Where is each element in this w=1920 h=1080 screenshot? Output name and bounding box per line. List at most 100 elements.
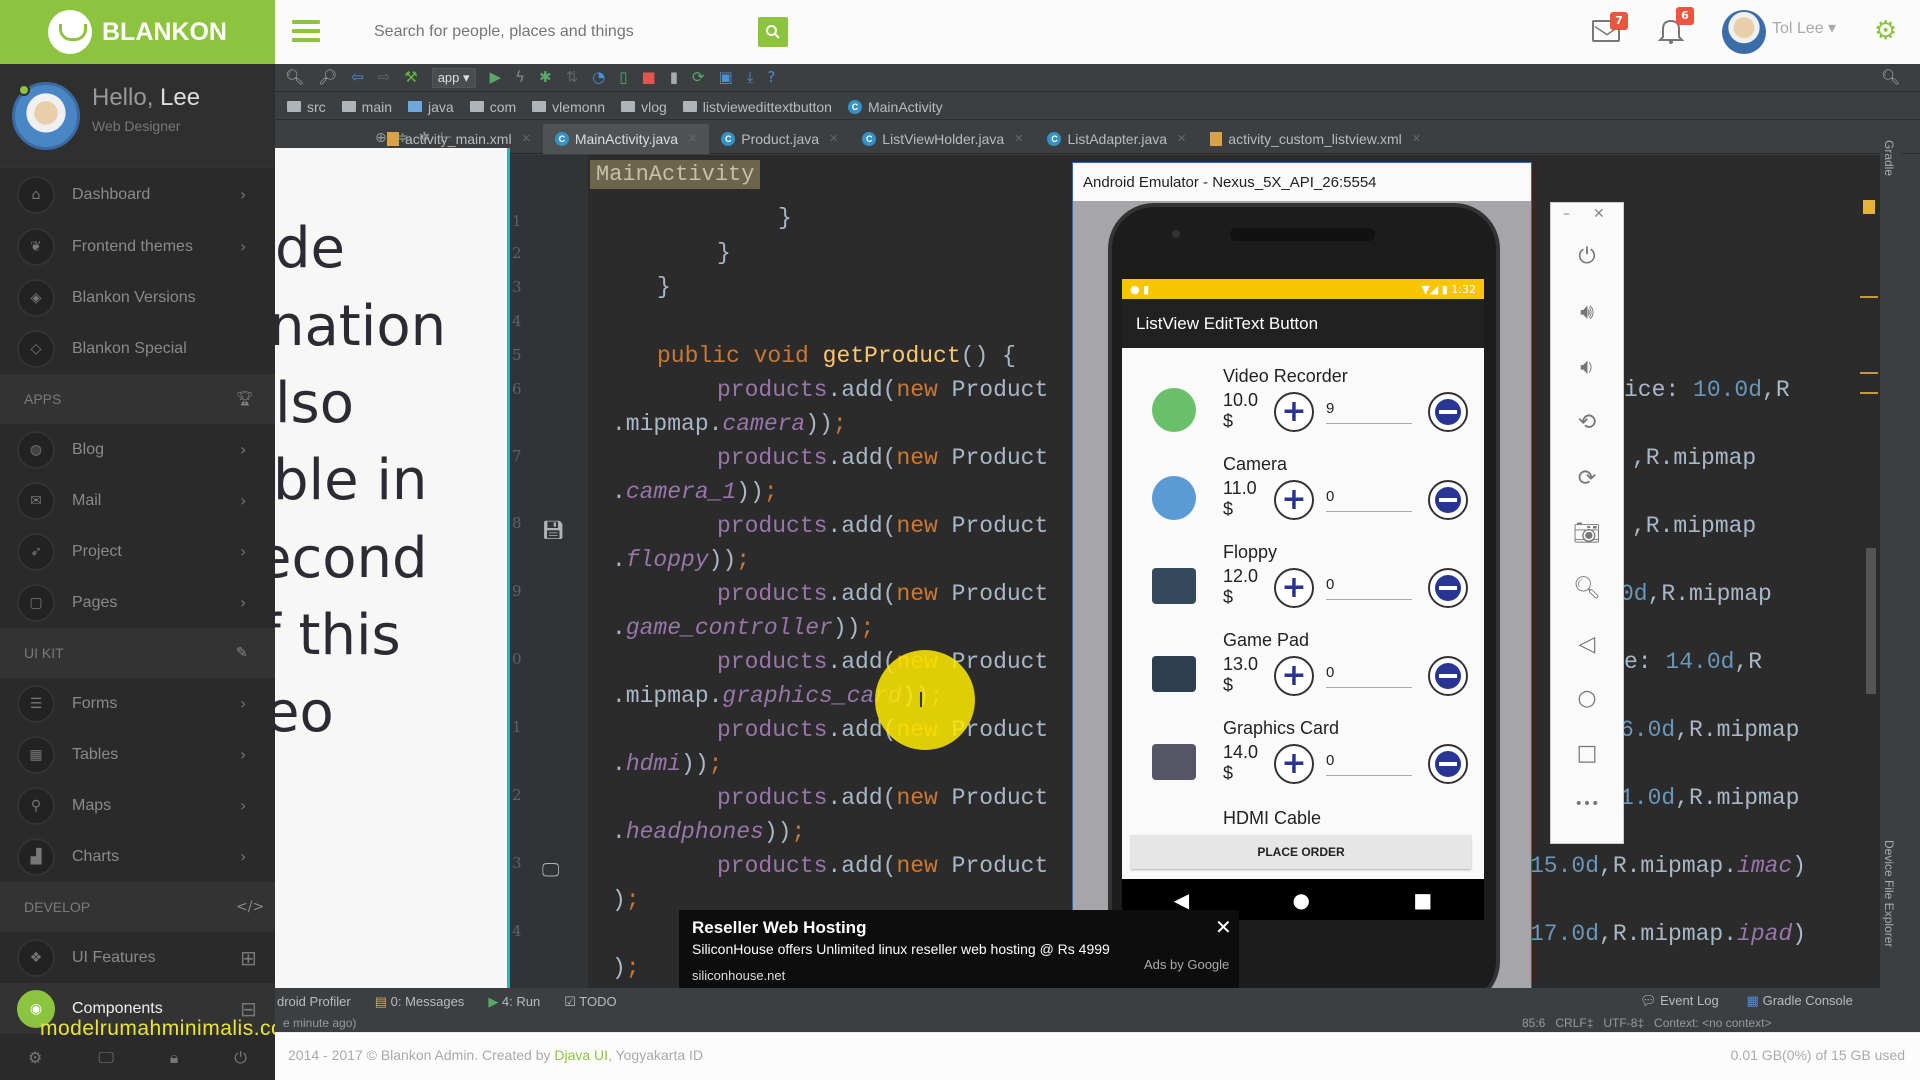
- bell-icon[interactable]: 6: [1657, 7, 1694, 45]
- tool-gradle-console[interactable]: ▦ Gradle Console: [1747, 993, 1853, 1009]
- monitor-icon[interactable]: 🖵: [98, 1048, 113, 1068]
- collapse-icon[interactable]: ≑: [397, 130, 409, 146]
- sidebar-item-project[interactable]: ➶ Project ›: [0, 526, 275, 577]
- increment-button[interactable]: +: [1274, 568, 1314, 608]
- increment-button[interactable]: +: [1274, 480, 1314, 520]
- close-tab-icon[interactable]: ✕: [1177, 132, 1186, 145]
- close-icon[interactable]: ✕: [1593, 206, 1605, 222]
- volume-down-icon[interactable]: 🔉︎: [1550, 355, 1624, 380]
- search-button[interactable]: [758, 17, 788, 47]
- tab-mainactivity-java[interactable]: C MainActivity.java ✕: [542, 123, 710, 154]
- settings-icon[interactable]: ⚙: [28, 1048, 42, 1067]
- back-icon[interactable]: ◁: [1550, 632, 1624, 657]
- user-menu[interactable]: Tol Lee ▾: [1772, 18, 1836, 38]
- author-link[interactable]: Djava UI: [554, 1047, 608, 1063]
- decrement-button[interactable]: [1428, 480, 1468, 520]
- editor-scrollbar[interactable]: [1866, 548, 1876, 694]
- rotate-left-icon[interactable]: ⟲: [1550, 410, 1624, 435]
- gradle-side-tab[interactable]: Gradle: [1882, 140, 1896, 176]
- sidebar-item-ui-features[interactable]: ❖ UI Features ⊞: [0, 932, 275, 983]
- breadcrumb-vlemonn[interactable]: vlemonn: [532, 99, 605, 115]
- search-everywhere-icon[interactable]: 🔍︎: [1881, 70, 1900, 85]
- quantity-input[interactable]: [1326, 394, 1412, 424]
- ad-close-icon[interactable]: ✕: [1215, 915, 1232, 939]
- device-icon[interactable]: ▯: [619, 70, 627, 85]
- run-icon[interactable]: ▶: [490, 70, 502, 85]
- sidebar-item-dashboard[interactable]: ⌂ Dashboard ›: [0, 169, 275, 220]
- decrement-button[interactable]: [1428, 392, 1468, 432]
- overview-icon[interactable]: □: [1550, 741, 1624, 766]
- sidebar-item-tables[interactable]: ▦ Tables ›: [0, 729, 275, 780]
- sync-icon[interactable]: ▮: [670, 70, 678, 85]
- error-stripe-mark[interactable]: [1860, 372, 1878, 374]
- ad-title[interactable]: Reseller Web Hosting: [692, 918, 866, 938]
- tab-activity-custom-listview-xml[interactable]: activity_custom_listview.xml ✕: [1198, 124, 1433, 154]
- tab-listadapter-java[interactable]: C ListAdapter.java ✕: [1035, 124, 1198, 154]
- mail-icon[interactable]: 7: [1592, 12, 1628, 42]
- breadcrumb-mainactivity[interactable]: C MainActivity: [847, 99, 943, 115]
- zoom-icon[interactable]: 🔍︎: [1550, 576, 1624, 601]
- nav-back-icon[interactable]: ◀: [1174, 888, 1189, 912]
- sidebar-item-blankon-special[interactable]: ◇ Blankon Special: [0, 323, 275, 374]
- sidebar-item-blog[interactable]: ◍ Blog ›: [0, 424, 275, 475]
- breadcrumb-main[interactable]: main: [341, 99, 392, 115]
- screenshot-icon[interactable]: 📷︎: [1550, 521, 1624, 546]
- breadcrumb-java[interactable]: java: [408, 99, 454, 115]
- close-tab-icon[interactable]: ✕: [522, 132, 531, 145]
- device-file-explorer-tab[interactable]: Device File Explorer: [1882, 840, 1896, 947]
- debug-icon[interactable]: ✱: [539, 70, 552, 85]
- settings-gear-icon[interactable]: ⚙: [1874, 18, 1897, 44]
- sidebar-item-maps[interactable]: ⚲ Maps ›: [0, 780, 275, 831]
- increment-button[interactable]: +: [1274, 744, 1314, 784]
- quantity-input[interactable]: [1326, 570, 1412, 600]
- gradle-sync-icon[interactable]: ⟳: [692, 70, 705, 85]
- sidebar-item-forms[interactable]: ☰ Forms ›: [0, 678, 275, 729]
- expand-toggle-icon[interactable]: ⊞: [240, 946, 257, 970]
- tab-listviewholder-java[interactable]: C ListViewHolder.java ✕: [850, 124, 1035, 154]
- ad-url[interactable]: siliconhouse.net: [692, 968, 785, 983]
- decrement-button[interactable]: [1428, 568, 1468, 608]
- power-icon[interactable]: ⏻: [234, 1048, 247, 1068]
- tab-product-java[interactable]: C Product.java ✕: [709, 124, 850, 154]
- lock-icon[interactable]: 🔒︎: [170, 1048, 179, 1068]
- sdk-manager-icon[interactable]: ⤓: [747, 70, 754, 85]
- more-icon[interactable]: •••: [1550, 796, 1624, 812]
- apply-changes-icon[interactable]: ϟ: [515, 70, 525, 85]
- stop-icon[interactable]: ■: [642, 70, 656, 85]
- replace-icon[interactable]: 🔎︎: [318, 70, 337, 85]
- breadcrumb-vlog[interactable]: vlog: [621, 99, 667, 115]
- nav-recents-icon[interactable]: ■: [1413, 888, 1432, 912]
- menu-toggle-icon[interactable]: [292, 20, 320, 42]
- brand-logo[interactable]: BLANKON: [0, 0, 275, 64]
- tool-droid-profiler[interactable]: droid Profiler: [277, 994, 351, 1009]
- hide-icon[interactable]: ⊢: [440, 130, 452, 146]
- breadcrumb-src[interactable]: src: [287, 99, 326, 115]
- sidebar-item-pages[interactable]: ▢ Pages ›: [0, 577, 275, 628]
- breadcrumb-listviewedittextbutton[interactable]: listviewedittextbutton: [682, 99, 832, 115]
- place-order-button[interactable]: PLACE ORDER: [1131, 835, 1471, 869]
- error-stripe-mark[interactable]: [1860, 296, 1878, 298]
- decrement-button[interactable]: [1428, 656, 1468, 696]
- settings-icon[interactable]: ✲: [418, 130, 430, 146]
- target-icon[interactable]: ⊕: [375, 130, 387, 146]
- minimize-icon[interactable]: –: [1563, 206, 1570, 222]
- tool-4-run[interactable]: ▶ 4: Run: [488, 994, 540, 1010]
- power-icon[interactable]: ⏻: [1550, 244, 1624, 269]
- close-tab-icon[interactable]: ✕: [1014, 132, 1023, 145]
- home-icon[interactable]: ○: [1550, 686, 1624, 711]
- structure-breadcrumb[interactable]: MainActivity: [590, 160, 761, 189]
- close-tab-icon[interactable]: ✕: [829, 132, 838, 145]
- search-input[interactable]: [360, 14, 790, 50]
- warning-marker[interactable]: [1863, 200, 1875, 214]
- close-tab-icon[interactable]: ✕: [1412, 132, 1421, 145]
- avd-manager-icon[interactable]: ▣: [719, 70, 733, 85]
- decrement-button[interactable]: [1428, 744, 1468, 784]
- quantity-input[interactable]: [1326, 482, 1412, 512]
- sidebar-item-blankon-versions[interactable]: ◈ Blankon Versions: [0, 272, 275, 323]
- sidebar-item-mail[interactable]: ✉ Mail ›: [0, 475, 275, 526]
- increment-button[interactable]: +: [1274, 392, 1314, 432]
- user-avatar[interactable]: [1722, 10, 1766, 54]
- tool-0-messages[interactable]: ▤ 0: Messages: [375, 994, 465, 1010]
- increment-button[interactable]: +: [1274, 656, 1314, 696]
- error-stripe-mark[interactable]: [1860, 392, 1878, 394]
